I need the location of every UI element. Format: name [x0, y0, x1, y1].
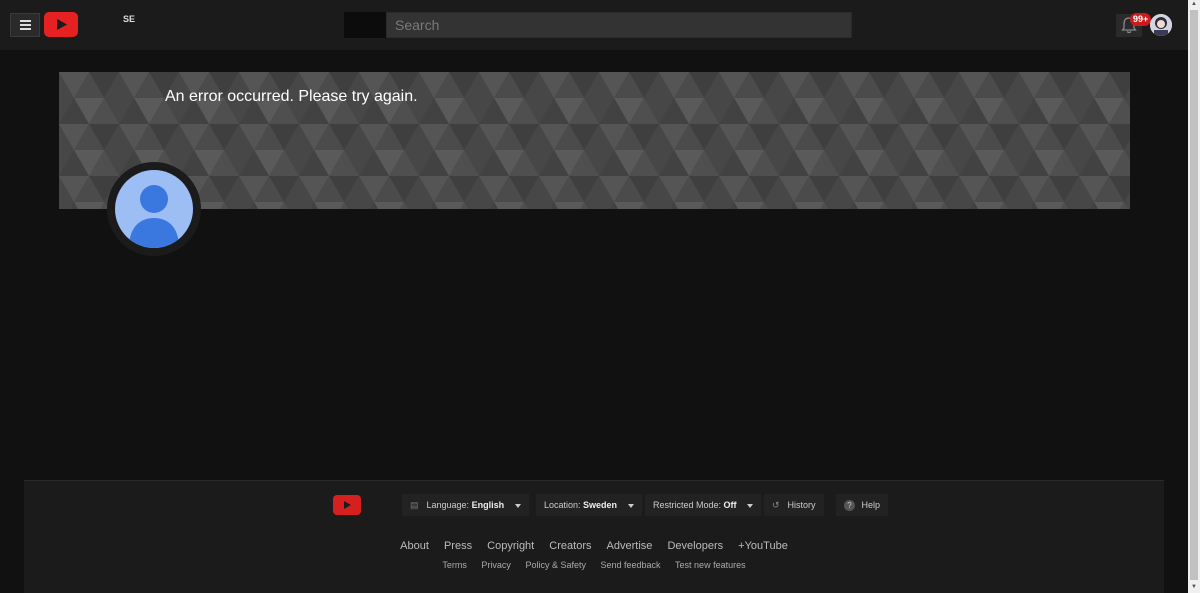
scroll-up-arrow-icon[interactable]: ▲ — [1191, 1, 1197, 7]
footer-link-terms[interactable]: Terms — [442, 560, 467, 570]
footer-link-about[interactable]: About — [400, 540, 429, 552]
search-input[interactable] — [386, 12, 852, 38]
help-label: Help — [861, 500, 881, 510]
location-label: Location: — [544, 500, 581, 510]
footer-link-test-new-features[interactable]: Test new features — [675, 560, 746, 570]
help-icon: ? — [844, 500, 855, 512]
language-icon: ▤ — [410, 500, 419, 510]
footer-link-copyright[interactable]: Copyright — [487, 540, 534, 552]
footer-secondary-links: Terms Privacy Policy & Safety Send feedb… — [24, 560, 1164, 570]
region-code: SE — [123, 14, 136, 24]
footer-primary-links: About Press Copyright Creators Advertise… — [24, 540, 1164, 552]
chevron-down-icon — [627, 503, 634, 508]
notification-badge: 99+ — [1130, 13, 1152, 26]
page: SE 99+ — [0, 0, 1200, 593]
default-avatar-icon — [115, 170, 193, 248]
location-value: Sweden — [583, 500, 618, 510]
channel-avatar[interactable] — [107, 162, 201, 256]
language-picker[interactable]: ▤ Language: English — [402, 494, 529, 516]
footer-link-creators[interactable]: Creators — [549, 540, 591, 552]
footer-link-privacy[interactable]: Privacy — [481, 560, 511, 570]
channel-banner: An error occurred. Please try again. — [59, 72, 1130, 209]
scroll-thumb[interactable] — [1190, 10, 1198, 580]
scroll-down-arrow-icon[interactable]: ▼ — [1191, 584, 1197, 590]
location-picker[interactable]: Location: Sweden — [536, 494, 642, 516]
footer-link-policy-safety[interactable]: Policy & Safety — [525, 560, 586, 570]
help-button[interactable]: ? Help — [836, 494, 889, 516]
language-label: Language: — [426, 500, 470, 510]
restricted-value: Off — [723, 500, 737, 510]
account-avatar[interactable] — [1150, 14, 1172, 36]
footer-link-press[interactable]: Press — [444, 540, 472, 552]
error-message: An error occurred. Please try again. — [165, 88, 418, 105]
footer-link-advertise[interactable]: Advertise — [607, 540, 653, 552]
chevron-down-icon — [514, 503, 521, 508]
restricted-label: Restricted Mode: — [653, 500, 722, 510]
footer-link-send-feedback[interactable]: Send feedback — [600, 560, 660, 570]
history-icon: ↺ — [772, 500, 780, 510]
search-box-left — [344, 12, 386, 38]
footer-link-plus-youtube[interactable]: +YouTube — [738, 540, 788, 552]
page-scrollbar[interactable]: ▲ ▼ — [1188, 0, 1200, 593]
footer-link-developers[interactable]: Developers — [667, 540, 723, 552]
footer: ▤ Language: English Location: Sweden Res… — [24, 480, 1164, 593]
youtube-logo[interactable] — [44, 12, 78, 37]
history-button[interactable]: ↺ History — [764, 494, 824, 516]
language-value: English — [471, 500, 505, 510]
chevron-down-icon — [747, 503, 754, 508]
footer-youtube-logo[interactable] — [333, 495, 361, 515]
menu-icon[interactable] — [10, 13, 40, 37]
restricted-mode-picker[interactable]: Restricted Mode: Off — [645, 494, 762, 516]
masthead: SE 99+ — [0, 0, 1188, 50]
history-label: History — [787, 500, 816, 510]
